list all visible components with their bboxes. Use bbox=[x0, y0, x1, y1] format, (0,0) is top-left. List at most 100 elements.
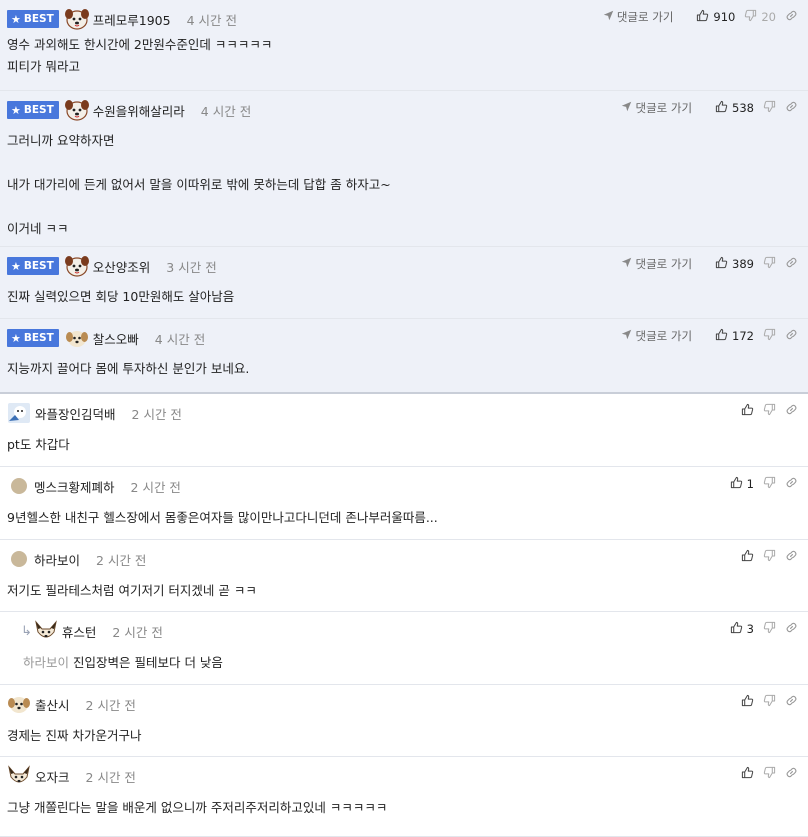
avatar[interactable] bbox=[7, 693, 31, 715]
downvote-button[interactable] bbox=[763, 694, 776, 710]
share-link-button[interactable] bbox=[785, 549, 798, 565]
thumbs-up-icon bbox=[741, 549, 754, 565]
link-icon bbox=[785, 100, 798, 116]
comment-time: 4 시간 전 bbox=[186, 12, 237, 28]
downvote-button[interactable] bbox=[763, 256, 776, 272]
nickname[interactable]: 휴스턴 bbox=[62, 622, 97, 641]
thumbs-up-icon bbox=[715, 328, 728, 344]
go-to-reply-button[interactable]: 댓글로 가기 bbox=[621, 256, 692, 272]
downvote-button[interactable] bbox=[763, 100, 776, 116]
avatar[interactable] bbox=[7, 402, 31, 424]
avatar[interactable] bbox=[64, 99, 89, 121]
comment: 출산시 2 시간 전 경제는 진짜 차가운거구나 bbox=[0, 685, 808, 757]
comment-actions bbox=[732, 765, 798, 783]
nickname[interactable]: 하라보이 bbox=[34, 550, 80, 569]
comment-body: 9년헬스한 내친구 헬스장에서 몸좋은여자들 많이만나고다니던데 존나부러울따름… bbox=[7, 507, 438, 529]
go-to-reply-button[interactable]: 댓글로 가기 bbox=[621, 328, 692, 344]
thumbs-up-icon bbox=[696, 9, 709, 25]
star-icon: ★ bbox=[11, 331, 21, 345]
comment-time: 4 시간 전 bbox=[200, 103, 252, 119]
comment-body: 하라보이 진입장벽은 필테보다 더 낮음 bbox=[7, 652, 223, 674]
best-label: BEST bbox=[23, 332, 54, 344]
nickname[interactable]: 와플장인김덕배 bbox=[35, 404, 116, 423]
comment-body: 진짜 실력있으면 회당 10만원해도 살아남음 bbox=[7, 286, 234, 308]
comment-actions: 댓글로 가기 172 bbox=[621, 327, 798, 345]
comment-time: 2 시간 전 bbox=[96, 552, 147, 568]
share-link-button[interactable] bbox=[785, 403, 798, 419]
downvote-button[interactable] bbox=[763, 549, 776, 565]
comment: 하라보이 2 시간 전저기도 필라테스처럼 여기저기 터지겠네 곧 ㅋㅋ bbox=[0, 540, 808, 612]
link-icon bbox=[785, 256, 798, 272]
best-badge: ★ BEST bbox=[7, 257, 59, 275]
upvote-button[interactable]: 3 bbox=[730, 621, 754, 637]
upvote-button[interactable] bbox=[741, 694, 754, 710]
downvote-button[interactable] bbox=[763, 766, 776, 782]
downvote-button[interactable] bbox=[763, 328, 776, 344]
upvote-button[interactable]: 172 bbox=[715, 328, 754, 344]
go-to-reply-button[interactable]: 댓글로 가기 bbox=[603, 9, 673, 25]
downvote-button[interactable] bbox=[763, 476, 776, 492]
share-link-button[interactable] bbox=[785, 476, 798, 492]
upvote-button[interactable]: 1 bbox=[730, 476, 754, 492]
upvote-button[interactable] bbox=[741, 549, 754, 565]
best-label: BEST bbox=[23, 260, 54, 272]
nickname[interactable]: 오산양조위 bbox=[93, 257, 151, 276]
downvote-button[interactable] bbox=[763, 403, 776, 419]
comment-time: 2 시간 전 bbox=[85, 697, 136, 713]
comment-text: 영수 과외해도 한시간에 2만원수준인데 ㅋㅋㅋㅋㅋ 피티가 뭐라고 bbox=[7, 37, 273, 74]
nickname[interactable]: 출산시 bbox=[35, 695, 70, 714]
reply-arrow-icon: ↳ bbox=[21, 623, 32, 639]
comment-time: 3 시간 전 bbox=[166, 259, 217, 275]
thumbs-down-icon bbox=[763, 549, 776, 565]
comment-text: 그냥 개쫄린다는 말을 배운게 없으니까 주저리주저리하고있네 ㅋㅋㅋㅋㅋ bbox=[7, 800, 388, 815]
comment-body: 지능까지 끌어다 몸에 투자하신 분인가 보네요. bbox=[7, 358, 249, 380]
comment-header: 멩스크황제폐하 2 시간 전 bbox=[7, 475, 181, 497]
comment-actions: 댓글로 가기 538 bbox=[621, 99, 798, 117]
go-to-reply-button[interactable]: 댓글로 가기 bbox=[621, 100, 692, 116]
comment-list: ★ BEST 프레모루1905 4 시간 전 댓글로 가기 910 20 영수 과외해도 한시… bbox=[0, 0, 808, 837]
avatar[interactable] bbox=[11, 551, 27, 567]
comment-header: ★ BEST 찰스오빠 4 시간 전 bbox=[7, 327, 205, 349]
comment-text: 9년헬스한 내친구 헬스장에서 몸좋은여자들 많이만나고다니던데 존나부러울따름… bbox=[7, 510, 438, 525]
mention-name[interactable]: 하라보이 bbox=[23, 655, 69, 670]
go-to-reply-label: 댓글로 가기 bbox=[635, 329, 693, 343]
share-link-button[interactable] bbox=[785, 766, 798, 782]
thumbs-down-icon bbox=[763, 403, 776, 419]
upvote-button[interactable]: 389 bbox=[715, 256, 754, 272]
downvote-button[interactable] bbox=[763, 621, 776, 637]
nickname[interactable]: 찰스오빠 bbox=[93, 329, 139, 348]
go-to-reply-label: 댓글로 가기 bbox=[635, 101, 693, 115]
link-icon bbox=[785, 9, 798, 25]
share-link-button[interactable] bbox=[785, 9, 798, 25]
share-link-button[interactable] bbox=[785, 100, 798, 116]
upvote-button[interactable] bbox=[741, 766, 754, 782]
send-arrow-icon bbox=[621, 101, 632, 115]
share-link-button[interactable] bbox=[785, 621, 798, 637]
nickname[interactable]: 오자크 bbox=[35, 767, 70, 786]
share-link-button[interactable] bbox=[785, 694, 798, 710]
downvote-button[interactable]: 20 bbox=[744, 9, 776, 25]
best-badge: ★ BEST bbox=[7, 101, 59, 119]
avatar[interactable] bbox=[65, 327, 89, 349]
avatar[interactable] bbox=[7, 765, 31, 787]
avatar[interactable] bbox=[11, 478, 27, 494]
share-link-button[interactable] bbox=[785, 328, 798, 344]
upvote-button[interactable]: 538 bbox=[715, 100, 754, 116]
comment-body: 저기도 필라테스처럼 여기저기 터지겠네 곧 ㅋㅋ bbox=[7, 580, 257, 602]
nickname[interactable]: 프레모루1905 bbox=[93, 10, 171, 29]
thumbs-up-icon bbox=[730, 621, 743, 637]
avatar[interactable] bbox=[64, 255, 89, 277]
nickname[interactable]: 수원을위해살리라 bbox=[93, 101, 185, 120]
upvote-button[interactable] bbox=[741, 403, 754, 419]
upvote-count: 538 bbox=[732, 101, 754, 115]
upvote-button[interactable]: 910 bbox=[696, 9, 735, 25]
nickname[interactable]: 멩스크황제폐하 bbox=[34, 477, 115, 496]
thumbs-down-icon bbox=[763, 621, 776, 637]
share-link-button[interactable] bbox=[785, 256, 798, 272]
avatar[interactable] bbox=[34, 620, 58, 642]
best-comment: ★ BEST 수원을위해살리라 4 시간 전 댓글로 가기 538 그러니까 요약하자면 내… bbox=[0, 91, 808, 247]
comment: 와플장인김덕배 2 시간 전 pt도 차갑다 bbox=[0, 394, 808, 467]
link-icon bbox=[785, 549, 798, 565]
avatar[interactable] bbox=[64, 8, 89, 30]
comment-time: 2 시간 전 bbox=[112, 624, 163, 640]
